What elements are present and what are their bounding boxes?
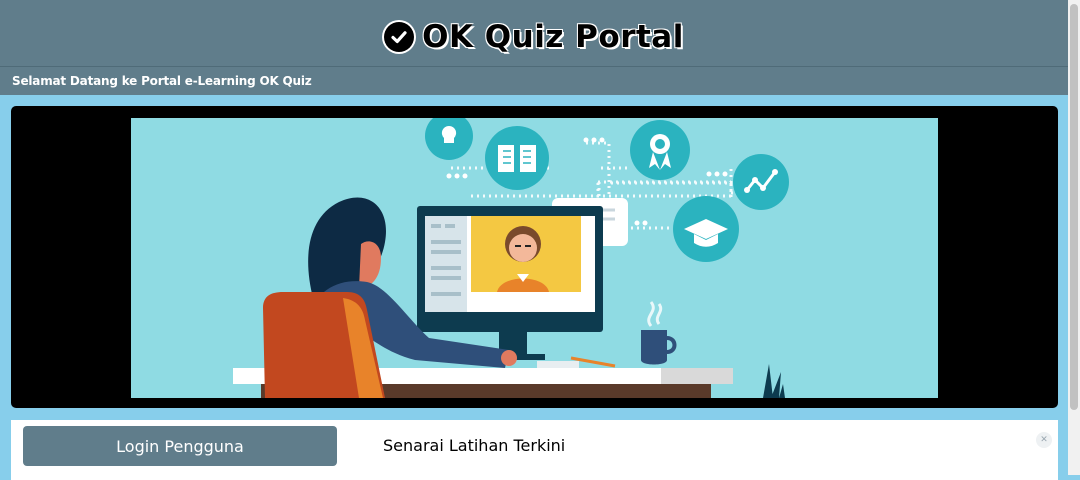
scroll-thumb[interactable]: [1070, 4, 1078, 410]
welcome-text: Selamat Datang ke Portal e-Learning OK Q…: [12, 74, 312, 88]
book-icon: [485, 126, 549, 190]
close-icon[interactable]: ✕: [1036, 432, 1052, 448]
banner: [11, 106, 1058, 408]
award-icon: [630, 120, 690, 180]
site-header: OK Quiz Portal: [0, 0, 1068, 67]
welcome-bar: Selamat Datang ke Portal e-Learning OK Q…: [0, 67, 1068, 95]
content-panel: Login Pengguna Senarai Latihan Terkini ✕: [11, 420, 1058, 480]
graduation-cap-icon: [673, 196, 739, 262]
e-learning-illustration: [131, 118, 938, 398]
chart-line-icon: [733, 154, 789, 210]
latest-exercises-title: Senarai Latihan Terkini: [383, 436, 566, 455]
login-button[interactable]: Login Pengguna: [23, 426, 337, 466]
title-wrap: OK Quiz Portal: [384, 19, 684, 55]
scrollbar[interactable]: [1068, 0, 1080, 475]
page-title: OK Quiz Portal: [422, 19, 684, 55]
check-circle-icon: [384, 22, 415, 52]
